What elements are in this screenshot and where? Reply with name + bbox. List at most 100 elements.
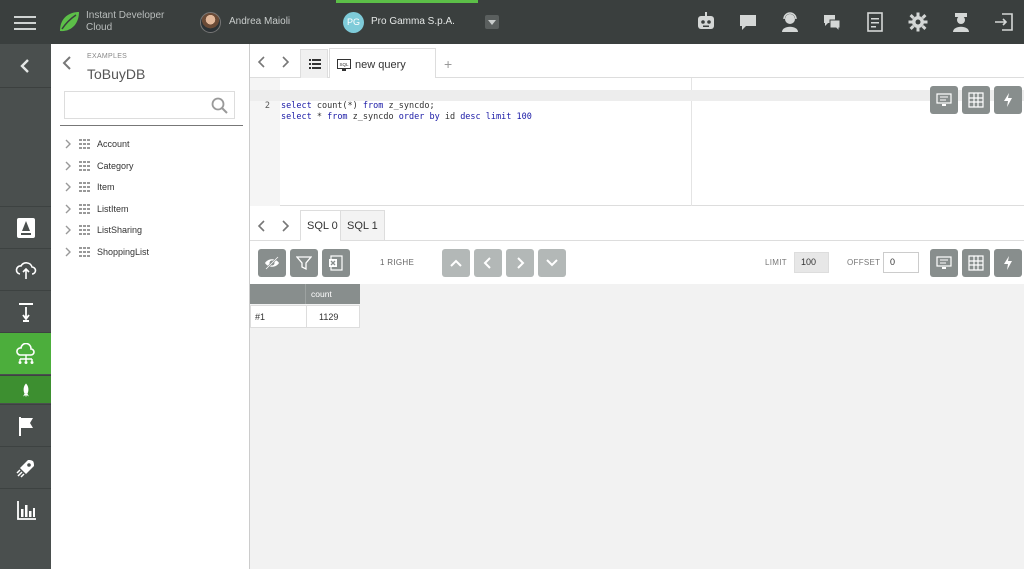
tree-item-label: Account <box>97 139 130 149</box>
search-input[interactable] <box>64 91 235 119</box>
chevron-right-icon[interactable] <box>63 203 73 215</box>
monitor-icon <box>936 93 952 106</box>
table-icon <box>79 246 90 257</box>
result-toolbar: 1 RIGHE LIMIT 100 OFFSET 0 <box>250 241 1024 284</box>
rail-stats[interactable] <box>0 488 51 530</box>
chevron-right-icon[interactable] <box>63 138 73 150</box>
tab-list-button[interactable] <box>300 49 328 78</box>
count-cell[interactable]: 1129 <box>306 305 360 328</box>
code-line[interactable]: 1 select count(*) from z_syncdo; <box>250 79 1024 111</box>
next-tab-icon[interactable] <box>278 55 292 69</box>
support-icon[interactable] <box>779 11 801 33</box>
rail-cloud-upload[interactable] <box>0 248 51 290</box>
back-chevron-icon[interactable] <box>61 56 73 70</box>
admin-icon[interactable] <box>950 11 972 33</box>
cloud-upload-icon <box>15 261 36 279</box>
table-view-button[interactable] <box>962 86 990 114</box>
prev-page-button[interactable] <box>474 249 502 277</box>
chevron-up-icon <box>450 259 462 267</box>
chat-icon[interactable] <box>737 11 759 33</box>
rail-apps[interactable] <box>0 206 51 248</box>
flag-icon <box>18 416 33 436</box>
rail-sub-launch[interactable] <box>0 375 51 403</box>
feedback-icon[interactable] <box>821 11 843 33</box>
prev-result-icon[interactable] <box>255 219 269 233</box>
tree-item-category[interactable]: Category <box>63 157 134 175</box>
column-header-index[interactable] <box>250 284 306 304</box>
add-tab-button[interactable]: + <box>444 56 452 72</box>
result-grid-button[interactable] <box>962 249 990 277</box>
tab-sql-0[interactable]: SQL 0 <box>300 210 345 241</box>
tab-new-query[interactable]: SQL new query <box>329 48 436 79</box>
cloud-network-icon <box>15 342 35 364</box>
result-execute-button[interactable] <box>994 249 1022 277</box>
export-excel-button[interactable] <box>322 249 350 277</box>
rocket-icon <box>22 382 29 397</box>
org-dropdown-icon[interactable] <box>485 15 499 29</box>
lightning-icon <box>1004 93 1012 107</box>
tree-item-listitem[interactable]: ListItem <box>63 200 129 218</box>
table-icon <box>79 203 90 214</box>
tree-item-shoppinglist[interactable]: ShoppingList <box>63 243 149 261</box>
filter-button[interactable] <box>290 249 318 277</box>
results-grid: count #1 1129 <box>250 284 1024 569</box>
rocket-launch-icon <box>15 459 34 478</box>
collapse-button[interactable] <box>0 44 51 88</box>
execute-button[interactable] <box>994 86 1022 114</box>
filter-icon <box>296 256 312 271</box>
tab-label: new query <box>355 59 406 71</box>
row-index-cell[interactable]: #1 <box>250 305 307 328</box>
offset-input[interactable]: 0 <box>883 252 919 273</box>
tab-sql-1[interactable]: SQL 1 <box>340 210 385 241</box>
prev-tab-icon[interactable] <box>255 55 269 69</box>
run-query-button[interactable] <box>930 86 958 114</box>
settings-icon[interactable] <box>907 11 929 33</box>
chevron-right-icon[interactable] <box>63 160 73 172</box>
org-badge[interactable]: PG <box>343 12 364 33</box>
tree-item-item[interactable]: Item <box>63 178 115 196</box>
limit-input[interactable]: 100 <box>794 252 829 273</box>
org-name[interactable]: Pro Gamma S.p.A. <box>371 16 455 27</box>
rail-launch[interactable] <box>0 446 51 488</box>
database-panel: EXAMPLES ToBuyDB Account Category Item List… <box>51 44 250 569</box>
row-count: 1 RIGHE <box>380 258 415 267</box>
first-page-button[interactable] <box>442 249 470 277</box>
chevron-right-icon[interactable] <box>63 181 73 193</box>
lightning-icon <box>1004 256 1012 270</box>
logout-icon[interactable] <box>993 11 1015 33</box>
hamburger-menu-icon[interactable] <box>14 12 36 32</box>
tree-item-account[interactable]: Account <box>63 135 130 153</box>
column-header-count[interactable]: count <box>306 284 360 304</box>
rail-flags[interactable] <box>0 404 51 446</box>
panel-section-label: EXAMPLES <box>87 53 128 60</box>
chevron-right-icon[interactable] <box>63 224 73 236</box>
toggle-visibility-button[interactable] <box>258 249 286 277</box>
sql-editor[interactable]: 1 select count(*) from z_syncdo; 2 selec… <box>250 78 1024 206</box>
limit-label: LIMIT <box>765 258 787 267</box>
tree-item-label: ListSharing <box>97 225 143 235</box>
rail-databases[interactable] <box>0 332 51 374</box>
chevron-right-icon <box>517 257 525 269</box>
tree-item-listsharing[interactable]: ListSharing <box>63 221 142 239</box>
sql-monitor-icon: SQL <box>337 59 351 71</box>
table-icon <box>79 160 90 171</box>
search-icon[interactable] <box>210 96 229 115</box>
app-badge-icon <box>16 217 35 238</box>
user-name[interactable]: Andrea Maioli <box>229 16 290 27</box>
brand-name: Instant Developer Cloud <box>86 10 165 33</box>
result-monitor-button[interactable] <box>930 249 958 277</box>
chevron-right-icon[interactable] <box>63 246 73 258</box>
document-icon[interactable] <box>864 11 886 33</box>
result-tab-bar: SQL 0 SQL 1 <box>250 206 1024 241</box>
user-avatar[interactable] <box>200 12 221 33</box>
next-page-button[interactable] <box>506 249 534 277</box>
excel-icon <box>329 255 343 271</box>
org-indicator-bar <box>336 0 478 3</box>
code-line[interactable]: 2 select * from z_syncdo order by id des… <box>250 90 1024 122</box>
last-page-button[interactable] <box>538 249 566 277</box>
top-bar: Instant Developer Cloud Andrea Maioli PG… <box>0 0 1024 44</box>
rail-deploy[interactable] <box>0 290 51 332</box>
robot-icon[interactable] <box>695 11 717 33</box>
next-result-icon[interactable] <box>278 219 292 233</box>
table-icon <box>79 139 90 149</box>
